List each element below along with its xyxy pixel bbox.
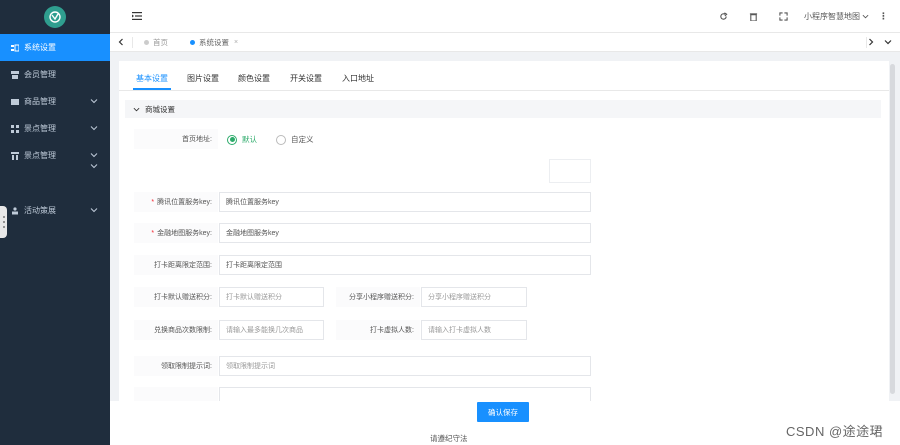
chevron-down-icon[interactable] [883, 37, 893, 47]
tab-label: 首页 [153, 38, 168, 47]
sidebar-collapse-handle[interactable] [0, 206, 7, 238]
tab-system-settings[interactable]: 系统设置 × [190, 33, 238, 52]
chevron-down-icon [90, 99, 98, 104]
team-icon [10, 206, 19, 215]
tabs-bar: 首页 系统设置 × [110, 33, 900, 52]
next-row-label [134, 387, 218, 401]
menu-spacer [0, 169, 110, 197]
chevron-down-icon [133, 107, 140, 111]
sidebar-item-label: 活动策展 [24, 206, 56, 215]
blank-box [549, 159, 591, 183]
settings-subtabs: 基本设置 图片设置 颜色设置 开关设置 入口地址 [119, 61, 889, 91]
settings-icon [10, 43, 19, 52]
chevron-down-icon [90, 126, 98, 131]
home-address-label: 首页地址: [134, 129, 218, 149]
sidebar: 系统设置 会员管理 商品管理 景点管理 景点管理 活动策展 [0, 0, 110, 445]
subtab-entry-urls[interactable]: 入口地址 [342, 73, 374, 84]
radio-default[interactable]: 默认 [227, 134, 257, 145]
user-name: 小程序智慧地图 [804, 11, 860, 21]
settings-card: 基本设置 图片设置 颜色设置 开关设置 入口地址 商城设置 首页地址: 默认 自… [119, 61, 889, 401]
chevron-left-icon[interactable] [116, 37, 126, 47]
goods-limit-label: 兑换商品次数限制: [134, 320, 218, 340]
map-key-input[interactable]: 腾讯位置服务key [219, 192, 591, 212]
save-button[interactable]: 确认保存 [477, 402, 529, 422]
gaode-key-label: * 金融地图服务key: [134, 223, 218, 243]
chevron-down-icon [90, 153, 98, 158]
radio-ring [276, 134, 286, 145]
share-points-label: 分享小程序赠送积分: [336, 287, 420, 307]
sidebar-item-label: 会员管理 [24, 70, 56, 79]
subtab-switches[interactable]: 开关设置 [290, 73, 322, 84]
goods-icon [10, 97, 19, 106]
tab-label: 系统设置 [199, 38, 229, 47]
header-tools: 小程序智慧地图 ⋮ [700, 9, 888, 23]
checkin-range-input[interactable]: 打卡距离限定范围 [219, 255, 591, 275]
sidebar-item-label: 景点管理 [24, 151, 56, 160]
top-header: 小程序智慧地图 ⋮ [110, 0, 900, 33]
virtual-count-input[interactable]: 请输入打卡虚拟人数 [421, 320, 527, 340]
virtual-count-label: 打卡虚拟人数: [336, 320, 420, 340]
chevron-down-icon [90, 164, 98, 169]
chevron-right-icon[interactable] [866, 37, 876, 47]
more-vertical-icon[interactable]: ⋮ [879, 11, 888, 22]
redeem-tip-label: 领取限制提示词: [134, 356, 218, 376]
checkin-points-input[interactable]: 打卡默认赠送积分 [219, 287, 324, 307]
subtab-active-indicator [133, 88, 171, 90]
goods-limit-input[interactable]: 请输入最多能换几次商品 [219, 320, 324, 340]
refresh-icon[interactable] [716, 9, 730, 23]
gaode-key-input[interactable]: 金融地图服务key [219, 223, 591, 243]
trash-icon[interactable] [746, 9, 760, 23]
section-header[interactable]: 商城设置 [125, 100, 881, 118]
building-icon [10, 151, 19, 160]
checkin-points-label: 打卡默认赠送积分: [134, 287, 218, 307]
sidebar-item-members[interactable]: 会员管理 [0, 61, 110, 88]
checkin-range-label: 打卡距离限定范围: [134, 255, 218, 275]
footer-text: 请遵纪守法 [430, 434, 468, 443]
member-icon [10, 70, 19, 79]
section-title: 商城设置 [145, 104, 175, 114]
logo[interactable] [0, 0, 110, 34]
radio-ring [227, 134, 237, 145]
scrollbar-thumb[interactable] [890, 64, 895, 394]
map-key-label: * 腾讯位置服务key: [134, 192, 218, 212]
share-points-input[interactable]: 分享小程序赠送积分 [421, 287, 527, 307]
menu-fold-icon[interactable] [132, 11, 142, 21]
grid-icon [10, 124, 19, 133]
radio-custom[interactable]: 自定义 [276, 134, 314, 145]
redeem-tip-input[interactable]: 领取限制提示词 [219, 356, 591, 376]
tab-dot [144, 40, 149, 45]
next-row-input[interactable] [219, 387, 591, 401]
subtab-basic[interactable]: 基本设置 [136, 73, 168, 84]
tab-home[interactable]: 首页 [144, 33, 168, 52]
chevron-down-icon [90, 208, 98, 213]
radio-label: 自定义 [291, 135, 314, 144]
divider [132, 37, 133, 48]
radio-label: 默认 [242, 135, 257, 144]
subtab-images[interactable]: 图片设置 [187, 73, 219, 84]
sidebar-item-label: 系统设置 [24, 43, 56, 52]
subtab-colors[interactable]: 颜色设置 [238, 73, 270, 84]
fullscreen-icon[interactable] [776, 9, 790, 23]
close-icon[interactable]: × [234, 39, 238, 46]
sidebar-item-label: 商品管理 [24, 97, 56, 106]
sidebar-item-scenic-2[interactable]: 景点管理 [0, 142, 110, 169]
watermark: CSDN @途途珺 [786, 424, 884, 439]
sidebar-item-scenic[interactable]: 景点管理 [0, 115, 110, 142]
tab-dot [190, 40, 195, 45]
sidebar-item-system-settings[interactable]: 系统设置 [0, 34, 110, 61]
sidebar-item-activities[interactable]: 活动策展 [0, 197, 110, 224]
logo-icon [44, 6, 66, 28]
sidebar-item-label: 景点管理 [24, 124, 56, 133]
sidebar-item-goods[interactable]: 商品管理 [0, 88, 110, 115]
user-menu[interactable]: 小程序智慧地图 [804, 11, 869, 22]
chevron-down-icon [862, 14, 869, 18]
